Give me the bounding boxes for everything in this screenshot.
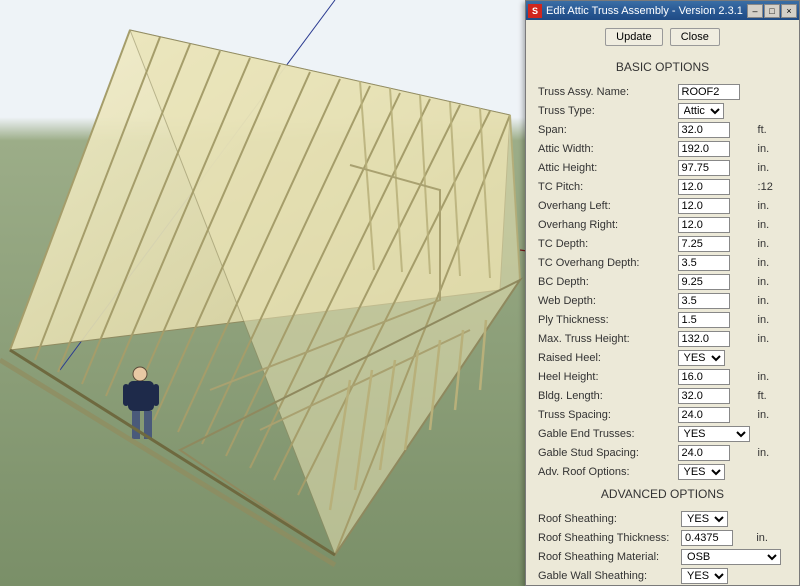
input-bldg-length[interactable] xyxy=(678,388,730,404)
select-raised-heel[interactable]: YES xyxy=(678,350,725,366)
input-roof-sheathing-thickness[interactable] xyxy=(681,530,733,546)
unit-tc-pitch: :12 xyxy=(754,177,789,196)
dialog-title: Edit Attic Truss Assembly - Version 2.3.… xyxy=(546,5,747,17)
label-bc-depth: BC Depth: xyxy=(536,272,676,291)
label-max-truss-height: Max. Truss Height: xyxy=(536,329,676,348)
close-button[interactable]: Close xyxy=(670,28,720,46)
label-ply-thickness: Ply Thickness: xyxy=(536,310,676,329)
label-gable-end-trusses: Gable End Trusses: xyxy=(536,424,676,443)
label-bldg-length: Bldg. Length: xyxy=(536,386,676,405)
app-icon: S xyxy=(528,4,542,18)
label-gable-stud-spacing: Gable Stud Spacing: xyxy=(536,443,676,462)
input-bc-depth[interactable] xyxy=(678,274,730,290)
label-tc-pitch: TC Pitch: xyxy=(536,177,676,196)
minimize-button[interactable]: – xyxy=(747,4,763,18)
input-tc-pitch[interactable] xyxy=(678,179,730,195)
label-roof-sheathing-thickness: Roof Sheathing Thickness: xyxy=(536,528,679,547)
unit-gable-stud-spacing: in. xyxy=(754,443,789,462)
input-ply-thickness[interactable] xyxy=(678,312,730,328)
label-heel-height: Heel Height: xyxy=(536,367,676,386)
input-truss-spacing[interactable] xyxy=(678,407,730,423)
unit-heel-height: in. xyxy=(754,367,789,386)
unit-roof-sheathing-thickness: in. xyxy=(752,528,789,547)
advanced-options-form: Roof Sheathing: YES Roof Sheathing Thick… xyxy=(536,509,789,585)
unit-web-depth: in. xyxy=(754,291,789,310)
unit-bc-depth: in. xyxy=(754,272,789,291)
unit-truss-spacing: in. xyxy=(754,405,789,424)
basic-options-form: Truss Assy. Name: Truss Type: Attic Span… xyxy=(536,82,789,481)
label-tc-overhang-depth: TC Overhang Depth: xyxy=(536,253,676,272)
input-max-truss-height[interactable] xyxy=(678,331,730,347)
unit-attic-width: in. xyxy=(754,139,789,158)
input-web-depth[interactable] xyxy=(678,293,730,309)
unit-tc-overhang-depth: in. xyxy=(754,253,789,272)
maximize-button[interactable]: □ xyxy=(764,4,780,18)
select-truss-type[interactable]: Attic xyxy=(678,103,724,119)
label-tc-depth: TC Depth: xyxy=(536,234,676,253)
unit-tc-depth: in. xyxy=(754,234,789,253)
close-window-button[interactable]: × xyxy=(781,4,797,18)
input-attic-width[interactable] xyxy=(678,141,730,157)
edit-truss-dialog: S Edit Attic Truss Assembly - Version 2.… xyxy=(525,0,800,586)
unit-attic-height: in. xyxy=(754,158,789,177)
select-roof-sheathing[interactable]: YES xyxy=(681,511,728,527)
unit-overhang-right: in. xyxy=(754,215,789,234)
dialog-content[interactable]: BASIC OPTIONS Truss Assy. Name: Truss Ty… xyxy=(526,54,799,585)
unit-overhang-left: in. xyxy=(754,196,789,215)
input-truss-assy-name[interactable] xyxy=(678,84,740,100)
label-truss-type: Truss Type: xyxy=(536,101,676,120)
label-roof-sheathing: Roof Sheathing: xyxy=(536,509,679,528)
dialog-titlebar[interactable]: S Edit Attic Truss Assembly - Version 2.… xyxy=(526,1,799,20)
input-overhang-right[interactable] xyxy=(678,217,730,233)
advanced-options-heading: ADVANCED OPTIONS xyxy=(536,481,789,509)
input-heel-height[interactable] xyxy=(678,369,730,385)
select-gable-wall-sheathing[interactable]: YES xyxy=(681,568,728,584)
input-overhang-left[interactable] xyxy=(678,198,730,214)
label-attic-width: Attic Width: xyxy=(536,139,676,158)
update-button[interactable]: Update xyxy=(605,28,662,46)
label-web-depth: Web Depth: xyxy=(536,291,676,310)
input-tc-overhang-depth[interactable] xyxy=(678,255,730,271)
dialog-toolbar: Update Close xyxy=(526,20,799,54)
input-tc-depth[interactable] xyxy=(678,236,730,252)
input-span[interactable] xyxy=(678,122,730,138)
label-overhang-right: Overhang Right: xyxy=(536,215,676,234)
label-gable-wall-sheathing: Gable Wall Sheathing: xyxy=(536,566,679,585)
label-attic-height: Attic Height: xyxy=(536,158,676,177)
basic-options-heading: BASIC OPTIONS xyxy=(536,54,789,82)
select-adv-roof-options[interactable]: YES xyxy=(678,464,725,480)
label-roof-sheathing-material: Roof Sheathing Material: xyxy=(536,547,679,566)
label-span: Span: xyxy=(536,120,676,139)
unit-span: ft. xyxy=(754,120,789,139)
label-truss-assy-name: Truss Assy. Name: xyxy=(536,82,676,101)
unit-ply-thickness: in. xyxy=(754,310,789,329)
unit-bldg-length: ft. xyxy=(754,386,789,405)
label-truss-spacing: Truss Spacing: xyxy=(536,405,676,424)
select-gable-end-trusses[interactable]: YES xyxy=(678,426,750,442)
label-raised-heel: Raised Heel: xyxy=(536,348,676,367)
input-gable-stud-spacing[interactable] xyxy=(678,445,730,461)
label-adv-roof-options: Adv. Roof Options: xyxy=(536,462,676,481)
select-roof-sheathing-material[interactable]: OSB xyxy=(681,549,781,565)
unit-max-truss-height: in. xyxy=(754,329,789,348)
label-overhang-left: Overhang Left: xyxy=(536,196,676,215)
input-attic-height[interactable] xyxy=(678,160,730,176)
